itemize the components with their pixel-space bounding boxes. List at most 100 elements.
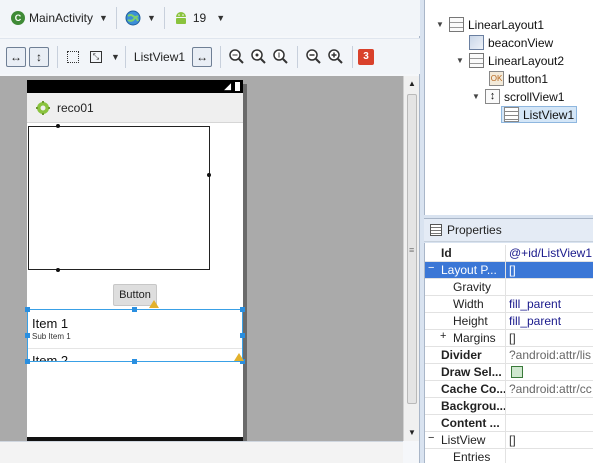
margins-icon (67, 50, 79, 63)
toolbar-divider (220, 45, 222, 68)
activity-label: MainActivity (29, 11, 94, 25)
property-row[interactable]: Height fill_parent (425, 313, 593, 330)
fill-width-toggle[interactable]: ↔ (6, 46, 26, 67)
property-name: Cache Co... (425, 381, 506, 398)
resize-handle[interactable] (56, 268, 60, 272)
property-row[interactable]: − ListView [] (425, 432, 593, 449)
zoom-out-small-icon[interactable] (305, 48, 323, 66)
design-canvas[interactable]: ◢ reco01 Button Item 1 Sub Item 1 Item 2 (0, 76, 403, 441)
property-name: Divider (425, 347, 506, 364)
device-frame: ◢ reco01 Button Item 1 Sub Item 1 Item 2 (25, 80, 245, 441)
property-value[interactable] (509, 415, 593, 432)
api-level-selector[interactable]: 19 ▼ (170, 6, 228, 30)
tree-node[interactable]: ▼ LinearLayout1 (435, 16, 544, 33)
selection-handle[interactable] (132, 359, 137, 364)
resize-button[interactable]: ⤡ (86, 47, 106, 67)
selection-handle[interactable] (25, 333, 30, 338)
selection-handle[interactable] (25, 359, 30, 364)
checkbox[interactable] (511, 366, 523, 378)
zoom-fit-icon[interactable] (250, 48, 268, 66)
locale-selector[interactable]: ▼ (122, 6, 159, 30)
property-value[interactable]: fill_parent (509, 296, 593, 313)
selection-handle[interactable] (240, 307, 245, 312)
property-row[interactable]: Content ... (425, 415, 593, 432)
layout-width-toggle[interactable]: ↔ (192, 46, 213, 67)
tree-node-label: LinearLayout1 (468, 17, 545, 32)
tree-node[interactable]: OK button1 (475, 70, 548, 87)
property-row[interactable]: Id @+id/ListView1 (425, 245, 593, 262)
vertical-scrollbar[interactable]: ▲ ≡ ▼ (403, 76, 419, 441)
property-name: Id (425, 245, 506, 262)
property-value[interactable]: ?android:attr/cc (509, 381, 593, 398)
outline-panel: ▼ LinearLayout1 beaconView ▼ LinearLayou… (424, 0, 593, 215)
tree-node-label: ListView1 (523, 107, 575, 122)
horizontal-scrollbar[interactable] (0, 441, 403, 463)
horizontal-arrows-icon: ↔ (196, 49, 209, 64)
property-row[interactable]: − Layout P... [] (425, 262, 593, 279)
scrollbar-thumb[interactable]: ≡ (407, 94, 417, 404)
toolbar-divider (352, 45, 354, 68)
property-value[interactable]: [] (509, 432, 593, 449)
tree-node[interactable]: ▼ ↕ scrollView1 (471, 88, 564, 105)
list-divider (28, 348, 242, 349)
property-value[interactable]: [] (509, 262, 593, 279)
toolbar-divider (57, 45, 58, 68)
warning-icon (149, 300, 159, 308)
chevron-down-icon: ▼ (99, 13, 108, 23)
property-row[interactable]: Divider ?android:attr/lis (425, 347, 593, 364)
property-row[interactable]: Draw Sel... (425, 364, 593, 381)
property-row[interactable]: Entries (425, 449, 593, 463)
toolbar-divider (297, 45, 299, 68)
resize-handle[interactable] (56, 124, 60, 128)
collapse-icon[interactable]: ▼ (435, 20, 445, 29)
zoom-in-icon[interactable] (327, 48, 345, 66)
margins-toggle[interactable] (63, 47, 83, 67)
property-value[interactable]: ?android:attr/lis (509, 347, 593, 364)
tree-node-selected[interactable]: ListView1 (501, 106, 578, 123)
property-value[interactable]: [] (509, 330, 593, 347)
resize-handle[interactable] (207, 173, 211, 177)
property-value[interactable] (509, 449, 593, 463)
scroll-up-icon[interactable]: ▲ (408, 79, 416, 88)
property-value[interactable]: fill_parent (509, 313, 593, 330)
property-value[interactable] (509, 398, 593, 415)
selection-handle[interactable] (240, 333, 245, 338)
property-name: Height (425, 313, 506, 330)
collapse-icon[interactable]: ▼ (471, 92, 481, 101)
error-count-badge[interactable]: 3 (358, 48, 375, 65)
property-row[interactable]: + Margins [] (425, 330, 593, 347)
property-value[interactable]: @+id/ListView1 (509, 245, 593, 262)
tree-node[interactable]: beaconView (455, 34, 553, 51)
chevron-down-icon: ▼ (216, 13, 226, 23)
property-row[interactable]: Gravity (425, 279, 593, 296)
listview1[interactable]: Item 1 Sub Item 1 Item 2 (27, 309, 243, 362)
layout-icon (449, 17, 464, 32)
wifi-icon: ◢ (224, 81, 231, 91)
zoom-actual-icon[interactable] (272, 48, 290, 66)
activity-selector[interactable]: C MainActivity ▼ (8, 6, 111, 30)
property-row[interactable]: Width fill_parent (425, 296, 593, 313)
grip-icon: ≡ (409, 245, 415, 255)
zoom-out-icon[interactable] (228, 48, 246, 66)
property-row[interactable]: Cache Co... ?android:attr/cc (425, 381, 593, 398)
app-title: reco01 (57, 100, 94, 115)
tree-node[interactable]: ▼ LinearLayout2 (455, 52, 564, 69)
layout-toolbar: ↔ ↕ ⤡ ▼ ListView1 ↔ 3 (0, 38, 420, 74)
scroll-down-icon[interactable]: ▼ (408, 428, 416, 437)
property-name: Backgrou... (425, 398, 506, 415)
property-row[interactable]: Backgrou... (425, 398, 593, 415)
property-value[interactable] (509, 279, 593, 296)
property-name: Content ... (425, 415, 506, 432)
list-item-title: Item 2 (32, 353, 69, 362)
beacon-view[interactable] (28, 124, 211, 272)
tree-node-label: LinearLayout2 (488, 53, 565, 68)
collapse-icon[interactable]: ▼ (455, 56, 465, 65)
selection-handle[interactable] (132, 307, 137, 312)
fill-height-toggle[interactable]: ↕ (29, 46, 49, 67)
chevron-down-icon[interactable]: ▼ (111, 52, 120, 62)
tree-node-label: beaconView (488, 35, 554, 50)
tree-node-label: scrollView1 (504, 89, 565, 104)
selection-handle[interactable] (25, 307, 30, 312)
layout-editor: C MainActivity ▼ ▼ 19 ▼ ↔ ↕ ⤡ ▼ ListView… (0, 0, 420, 463)
vertical-arrows-icon: ↕ (36, 49, 42, 64)
